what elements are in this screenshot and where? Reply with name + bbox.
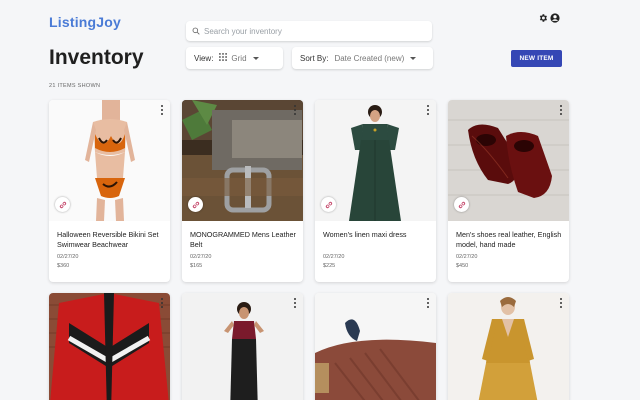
link-icon[interactable] (55, 197, 70, 212)
item-image[interactable] (182, 293, 303, 400)
item-title[interactable]: Halloween Reversible Bikini Set Swimwear… (57, 230, 165, 249)
link-icon[interactable] (321, 197, 336, 212)
sort-label: Sort By: (300, 53, 329, 63)
link-icon[interactable] (454, 197, 469, 212)
more-vert-icon[interactable] (558, 298, 564, 308)
item-date: 02/27/20 (323, 254, 345, 260)
inventory-card[interactable]: Men's shoes real leather, English model,… (448, 100, 569, 282)
sort-select[interactable]: Sort By: Date Created (new) (292, 47, 433, 69)
more-vert-icon[interactable] (425, 105, 431, 115)
page-title: Inventory (49, 46, 144, 69)
item-date: 02/27/20 (190, 254, 212, 260)
app-logo[interactable]: ListingJoy (49, 14, 121, 30)
inventory-card[interactable]: MONOGRAMMED Mens Leather Belt 02/27/20 $… (182, 100, 303, 282)
inventory-card[interactable] (448, 293, 569, 400)
account-circle-icon[interactable] (550, 13, 560, 23)
item-price: $450 (456, 263, 469, 269)
item-price: $360 (57, 263, 70, 269)
view-select[interactable]: View: Grid (186, 47, 283, 69)
link-icon[interactable] (188, 197, 203, 212)
more-vert-icon[interactable] (425, 298, 431, 308)
search-input[interactable] (204, 26, 414, 36)
view-value: Grid (231, 53, 247, 63)
more-vert-icon[interactable] (159, 105, 165, 115)
item-date: 02/27/20 (57, 254, 79, 260)
inventory-card[interactable] (182, 293, 303, 400)
more-vert-icon[interactable] (558, 105, 564, 115)
sort-value: Date Created (new) (334, 53, 405, 63)
item-image[interactable] (49, 293, 170, 400)
chevron-down-icon (410, 56, 417, 60)
search-bar[interactable] (186, 21, 432, 41)
more-vert-icon[interactable] (292, 105, 298, 115)
more-vert-icon[interactable] (292, 298, 298, 308)
new-item-button[interactable]: NEW ITEM (511, 50, 562, 67)
more-vert-icon[interactable] (159, 298, 165, 308)
search-icon (192, 22, 200, 40)
inventory-card[interactable]: Halloween Reversible Bikini Set Swimwear… (49, 100, 170, 282)
grid-icon (219, 53, 228, 63)
item-price: $165 (190, 263, 203, 269)
item-title[interactable]: Women's linen maxi dress (323, 230, 431, 240)
item-title[interactable]: MONOGRAMMED Mens Leather Belt (190, 230, 298, 249)
view-label: View: (194, 53, 214, 63)
item-date: 02/27/20 (456, 254, 478, 260)
inventory-card[interactable] (49, 293, 170, 400)
item-image[interactable] (448, 293, 569, 400)
item-image[interactable] (315, 293, 436, 400)
chevron-down-icon (252, 56, 259, 60)
header-actions (538, 13, 560, 23)
gear-icon[interactable] (538, 13, 548, 23)
items-count: 21 ITEMS SHOWN (49, 83, 101, 89)
inventory-card[interactable] (315, 293, 436, 400)
inventory-card[interactable]: Women's linen maxi dress 02/27/20 $225 (315, 100, 436, 282)
item-title[interactable]: Men's shoes real leather, English model,… (456, 230, 564, 249)
item-price: $225 (323, 263, 336, 269)
